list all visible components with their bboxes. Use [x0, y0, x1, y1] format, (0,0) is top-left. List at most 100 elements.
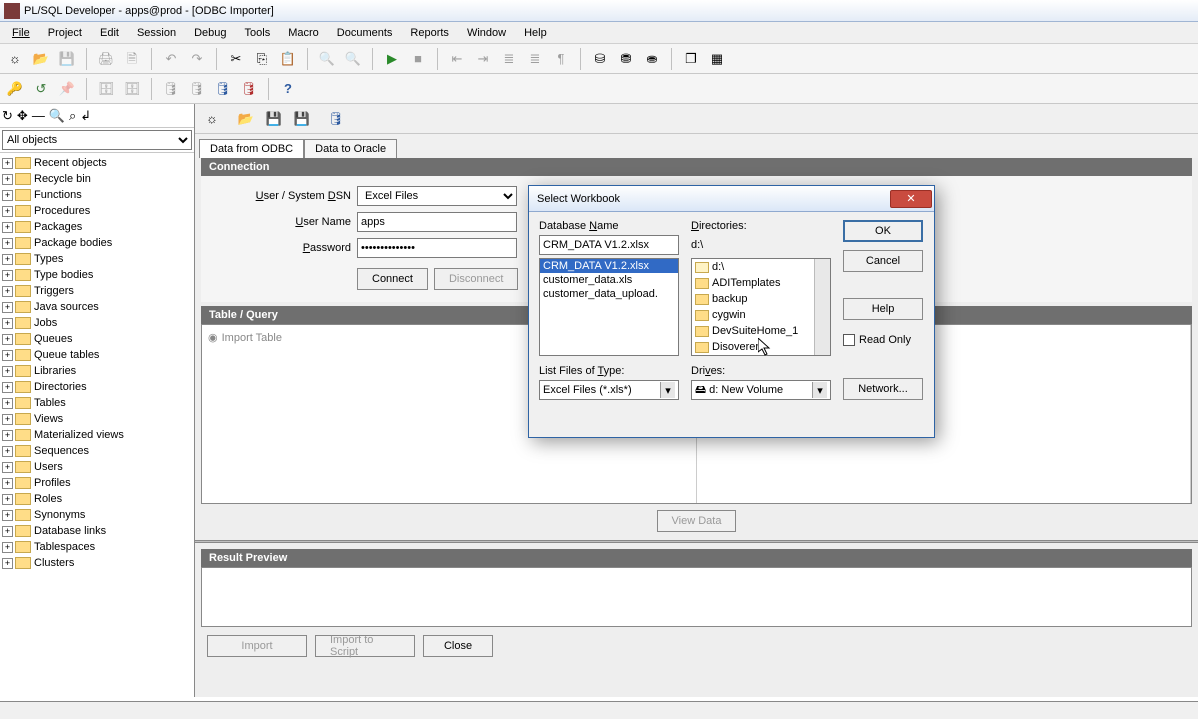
find-obj-icon[interactable]: 🔍	[49, 109, 65, 122]
find-next-icon[interactable]: 🔍	[342, 48, 364, 70]
password-input[interactable]	[357, 238, 517, 258]
format-icon[interactable]: ¶	[550, 48, 572, 70]
tree-item[interactable]: +Views	[2, 411, 192, 427]
menu-reports[interactable]: Reports	[402, 25, 457, 41]
menu-macro[interactable]: Macro	[280, 25, 327, 41]
tree-item[interactable]: +Types	[2, 251, 192, 267]
cancel-button[interactable]: Cancel	[843, 250, 923, 272]
rollback-icon[interactable]: ⛃	[615, 48, 637, 70]
menu-project[interactable]: Project	[40, 25, 90, 41]
cascade-icon[interactable]: ❐	[680, 48, 702, 70]
disconnect-button[interactable]: Disconnect	[434, 268, 518, 290]
outdent-icon[interactable]: ⇤	[446, 48, 468, 70]
menu-tools[interactable]: Tools	[237, 25, 279, 41]
menu-documents[interactable]: Documents	[329, 25, 401, 41]
help-icon[interactable]: ?	[277, 78, 299, 100]
uncomment-icon[interactable]: ≣	[524, 48, 546, 70]
cut-icon[interactable]: ✂	[225, 48, 247, 70]
filter-icon[interactable]: ⌕	[69, 109, 76, 122]
stop-icon[interactable]: ■	[407, 48, 429, 70]
list-item[interactable]: customer_data_upload.	[540, 287, 678, 301]
menu-debug[interactable]: Debug	[186, 25, 234, 41]
tree-item[interactable]: +Queue tables	[2, 347, 192, 363]
scrollbar[interactable]	[814, 259, 830, 355]
tree-item[interactable]: +Libraries	[2, 363, 192, 379]
refresh-icon[interactable]: ↻	[2, 109, 13, 122]
explain-icon[interactable]: ⛂	[641, 48, 663, 70]
tree-item[interactable]: +Queues	[2, 331, 192, 347]
paste-icon[interactable]: 📋	[277, 48, 299, 70]
list-item[interactable]: DevSuiteHome_1	[692, 323, 830, 339]
save-def-icon[interactable]: 💾	[263, 108, 285, 130]
save-icon[interactable]: 💾	[56, 48, 78, 70]
shelf4-icon[interactable]: 🛢	[238, 78, 260, 100]
menu-session[interactable]: Session	[129, 25, 184, 41]
tree-item[interactable]: +Directories	[2, 379, 192, 395]
list-item[interactable]: d:\	[692, 259, 830, 275]
dsn-select[interactable]: Excel Files	[357, 186, 517, 206]
indent-icon[interactable]: ⇥	[472, 48, 494, 70]
open-def-icon[interactable]: 📂	[235, 108, 257, 130]
tree-item[interactable]: +Materialized views	[2, 427, 192, 443]
menu-window[interactable]: Window	[459, 25, 514, 41]
username-input[interactable]	[357, 212, 517, 232]
copy-icon[interactable]: ⎘	[251, 48, 273, 70]
import-button[interactable]: Import	[207, 635, 307, 657]
close-button[interactable]: Close	[423, 635, 493, 657]
commit-icon[interactable]: ⛁	[589, 48, 611, 70]
tree-item[interactable]: +Package bodies	[2, 235, 192, 251]
tree-item[interactable]: +Sequences	[2, 443, 192, 459]
tree-item[interactable]: +Tables	[2, 395, 192, 411]
tree-item[interactable]: +Functions	[2, 187, 192, 203]
list-item[interactable]: customer_data.xls	[540, 273, 678, 287]
new-importer-icon[interactable]: ☼	[201, 108, 223, 130]
tree-item[interactable]: +Clusters	[2, 555, 192, 571]
view-data-button[interactable]: View Data	[657, 510, 737, 532]
open-icon[interactable]: 📂	[30, 48, 52, 70]
tree-item[interactable]: +Synonyms	[2, 507, 192, 523]
tree-item[interactable]: +Type bodies	[2, 267, 192, 283]
list-item[interactable]: Disoverer	[692, 339, 830, 355]
print-preview-icon[interactable]: 🗎	[121, 48, 143, 70]
database-name-input[interactable]	[539, 235, 679, 255]
shelf2-icon[interactable]: 🛢	[186, 78, 208, 100]
datasource-icon[interactable]: 🛢	[325, 108, 347, 130]
shelf3-icon[interactable]: 🛢	[212, 78, 234, 100]
redo-icon[interactable]: ↷	[186, 48, 208, 70]
list-item[interactable]: ADITemplates	[692, 275, 830, 291]
print-icon[interactable]: 🖨	[95, 48, 117, 70]
find-icon[interactable]: 🔍	[316, 48, 338, 70]
tree-item[interactable]: +Packages	[2, 219, 192, 235]
splitter[interactable]	[195, 540, 1198, 543]
tree-item[interactable]: +Recycle bin	[2, 171, 192, 187]
import-to-script-button[interactable]: Import to Script	[315, 635, 415, 657]
execute-icon[interactable]: ▶	[381, 48, 403, 70]
tree-item[interactable]: +Tablespaces	[2, 539, 192, 555]
tree-item[interactable]: +Database links	[2, 523, 192, 539]
file-type-select[interactable]: Excel Files (*.xls*)▾	[539, 380, 679, 400]
menu-help[interactable]: Help	[516, 25, 555, 41]
connect-button[interactable]: Connect	[357, 268, 428, 290]
tree-item[interactable]: +Triggers	[2, 283, 192, 299]
ok-button[interactable]: OK	[843, 220, 923, 242]
tree-item[interactable]: +Jobs	[2, 315, 192, 331]
tree-item[interactable]: +Users	[2, 459, 192, 475]
help-button[interactable]: Help	[843, 298, 923, 320]
undo-icon[interactable]: ↶	[160, 48, 182, 70]
rotate-icon[interactable]: ↺	[30, 78, 52, 100]
menubar[interactable]: File Project Edit Session Debug Tools Ma…	[0, 22, 1198, 44]
shelf1-icon[interactable]: 🛢	[160, 78, 182, 100]
tree-item[interactable]: +Recent objects	[2, 155, 192, 171]
tree-item[interactable]: +Roles	[2, 491, 192, 507]
key-icon[interactable]: 🔑	[4, 78, 26, 100]
saveas-def-icon[interactable]: 💾	[291, 108, 313, 130]
tree-item[interactable]: +Profiles	[2, 475, 192, 491]
db2-icon[interactable]: 🗄	[121, 78, 143, 100]
pin-icon[interactable]: 📌	[56, 78, 78, 100]
db1-icon[interactable]: 🗄	[95, 78, 117, 100]
directory-list[interactable]: d:\ ADITemplates backup cygwin DevSuiteH…	[691, 258, 831, 356]
object-tree[interactable]: +Recent objects+Recycle bin+Functions+Pr…	[0, 153, 194, 697]
drives-select[interactable]: 🖴 d: New Volume▾	[691, 380, 831, 400]
tree-item[interactable]: +Procedures	[2, 203, 192, 219]
tile-icon[interactable]: ▦	[706, 48, 728, 70]
